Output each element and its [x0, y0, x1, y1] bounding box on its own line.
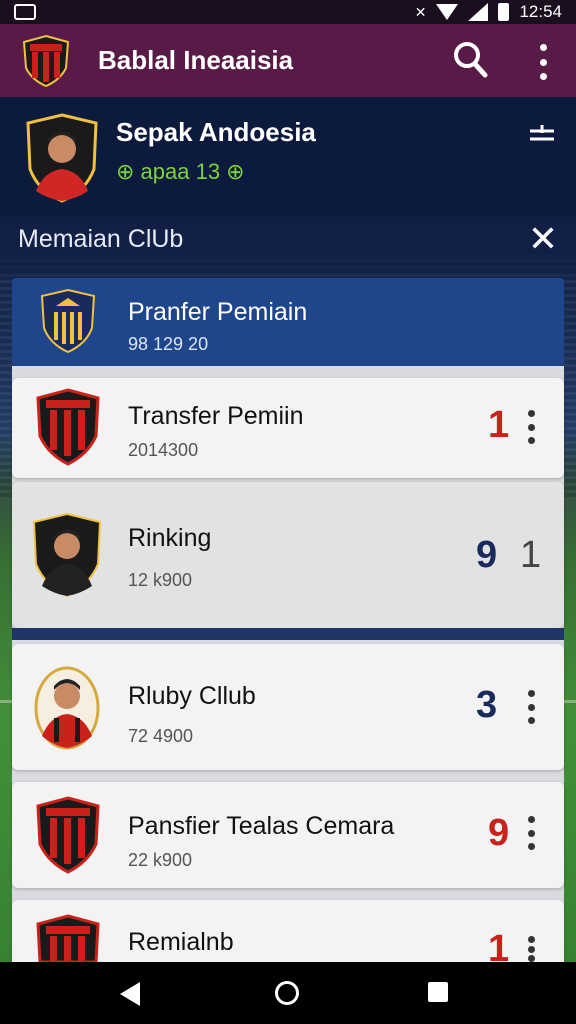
profile-name: Sepak Andoesia [116, 117, 316, 147]
item-menu-icon[interactable] [524, 410, 538, 444]
section-title: Memaian ClUb [18, 225, 184, 253]
item-subtitle: 98 129 20 [128, 334, 209, 354]
club-crest-icon [36, 388, 100, 466]
mute-icon: ✕ [414, 3, 427, 20]
app-title: Bablal Ineaaisia [98, 45, 294, 75]
recents-icon[interactable] [428, 982, 448, 1002]
item-count-secondary: 1 [520, 534, 542, 576]
image-notification-icon [14, 4, 36, 20]
list-item[interactable]: Rluby Cllub 72 4900 3 [12, 644, 564, 770]
status-icons: ✕ 12:54 [415, 2, 562, 22]
signal-icon [468, 3, 489, 21]
item-title: Rinking [128, 524, 212, 552]
profile-header: Sepak Andoesia ⊕ apaa 13 ⊕ [0, 97, 576, 217]
item-title: Pranfer Pemiain [128, 298, 308, 326]
wifi-icon [436, 4, 459, 20]
active-list-item[interactable]: Pranfer Pemiain 98 129 20 [12, 278, 564, 366]
item-menu-icon[interactable] [524, 816, 538, 850]
club-crest-icon [36, 914, 100, 962]
list-item[interactable]: Pansfier Tealas Cemara 22 k900 9 [12, 782, 564, 888]
player-avatar [34, 666, 100, 750]
item-subtitle: 22 k900 [128, 850, 193, 870]
app-bar: Bablal Ineaaisia [0, 24, 576, 97]
item-title: Rluby Cllub [128, 682, 256, 710]
list-item[interactable]: Rinking 12 k900 9 1 [12, 482, 564, 628]
club-crest-icon [40, 288, 96, 354]
back-icon[interactable] [120, 982, 140, 1006]
close-icon[interactable]: ✕ [524, 221, 562, 257]
item-subtitle: 2014300 [128, 440, 199, 460]
filter-icon[interactable] [526, 123, 558, 147]
item-menu-icon[interactable] [524, 690, 538, 724]
list-divider [12, 628, 564, 640]
system-nav-bar [0, 962, 576, 1024]
item-subtitle: 12 k900 [128, 570, 193, 590]
status-bar: ✕ 12:54 [0, 0, 576, 24]
item-count: 9 [476, 534, 498, 576]
player-avatar [32, 512, 102, 598]
battery-icon [498, 3, 510, 21]
profile-subtitle: ⊕ apaa 13 ⊕ [116, 159, 245, 184]
player-avatar[interactable] [24, 113, 100, 203]
item-count: 3 [476, 684, 498, 726]
section-header: Memaian ClUb ✕ [0, 217, 576, 275]
item-count: 9 [488, 812, 510, 854]
club-crest-icon [36, 796, 100, 874]
item-count: 1 [488, 404, 510, 446]
home-icon[interactable] [275, 981, 299, 1005]
status-time: 12:54 [519, 2, 562, 21]
item-title: Remialnb [128, 928, 234, 956]
item-title: Pansfier Tealas Cemara [128, 812, 395, 840]
club-logo[interactable] [20, 34, 72, 88]
list-item[interactable]: Transfer Pemiin 2014300 1 [12, 378, 564, 478]
search-icon[interactable] [450, 38, 490, 80]
item-title: Transfer Pemiin [128, 402, 304, 430]
overflow-menu-icon[interactable] [528, 42, 558, 82]
item-subtitle: 72 4900 [128, 726, 194, 746]
list-item[interactable]: Remialnb 1 [12, 900, 564, 970]
item-menu-icon[interactable] [524, 936, 538, 962]
